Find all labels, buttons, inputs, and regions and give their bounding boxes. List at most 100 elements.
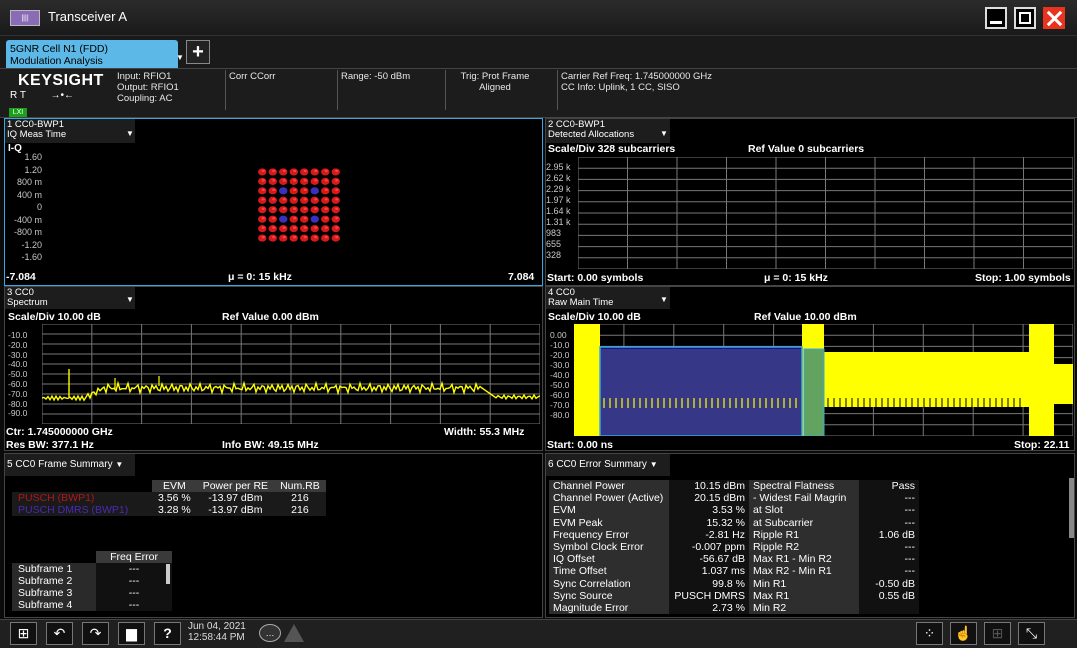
constellation-point-core (293, 235, 297, 239)
table-row[interactable]: Sync Source PUSCH DMRS Max R1 0.55 dB (549, 589, 919, 602)
y-tick: 2.95 k (546, 162, 571, 172)
constellation-point (321, 196, 330, 204)
table-row[interactable]: Channel Power (Active) 20.15 dBm - Widest… (549, 492, 919, 505)
undo-button[interactable]: ↶ (46, 622, 73, 645)
constellation-point (289, 234, 298, 242)
constellation-point (279, 206, 288, 214)
table-row[interactable]: Magnitude Error 2.73 % Min R2 (549, 601, 919, 615)
panel-6-title[interactable]: 6 CC0 Error Summary ▼ (546, 454, 670, 476)
rb-cell: 216 (274, 504, 326, 516)
constellation-point-core (303, 235, 307, 239)
chevron-down-icon[interactable]: ▼ (650, 460, 658, 469)
constellation-point (310, 234, 319, 242)
add-screen-button[interactable]: + (186, 40, 210, 64)
table-row[interactable]: Subframe 3 --- (12, 587, 172, 599)
constellation-point (321, 206, 330, 214)
brand-logo: KEYSIGHT (18, 72, 104, 89)
metric-value: -0.007 ppm (669, 540, 749, 554)
minimize-button[interactable] (985, 7, 1007, 29)
help-button[interactable]: ? (154, 622, 181, 645)
constellation-point (268, 206, 277, 214)
keypad-icon[interactable]: ⁘ (916, 622, 943, 645)
table-row[interactable]: Frequency Error -2.81 Hz Ripple R1 1.06 dB (549, 528, 919, 541)
constellation-point (258, 215, 267, 223)
channel-name: PUSCH (BWP1) (12, 492, 152, 504)
table-row[interactable]: Channel Power 10.15 dBm Spectral Flatness P… (549, 480, 919, 493)
frame-summary-table: EVM Power per RE Num.RB PUSCH (BWP1) 3.5… (12, 480, 326, 516)
constellation-point-core (272, 235, 276, 239)
constellation-point (279, 177, 288, 185)
constellation-point-core (272, 226, 276, 229)
constellation-point-core (293, 226, 297, 229)
table-row[interactable]: Symbol Clock Error -0.007 ppm Ripple R2 --- (549, 540, 919, 554)
y-tick: 2.29 k (546, 184, 571, 194)
mode-tab[interactable]: 5GNR Cell N1 (FDD) Modulation Analysis (6, 40, 178, 68)
lxi-badge: LXI (9, 108, 27, 117)
constellation-point-core (272, 169, 276, 173)
close-button[interactable] (1043, 7, 1065, 29)
table-row[interactable]: PUSCH (BWP1) 3.56 % -13.97 dBm 216 (12, 492, 326, 504)
metric-label: - Widest Fail Magrin (749, 492, 859, 505)
scrollbar-thumb[interactable] (166, 564, 170, 584)
file-button[interactable]: ▆ (118, 622, 145, 645)
constellation-point-core (261, 235, 265, 239)
constellation-point (289, 177, 298, 185)
panel-5-title[interactable]: 5 CC0 Frame Summary ▼ (5, 454, 135, 476)
metric-value: PUSCH DMRS (669, 589, 749, 602)
date-time: Jun 04, 2021 12:58:44 PM (188, 621, 246, 643)
chevron-down-icon[interactable]: ▼ (126, 129, 134, 138)
panel-4-title[interactable]: 4 CC0 Raw Main Time (546, 287, 670, 309)
table-row[interactable]: PUSCH DMRS (BWP1) 3.28 % -13.97 dBm 216 (12, 504, 326, 516)
constellation-point-core (335, 216, 339, 220)
message-icon[interactable]: … (259, 624, 281, 642)
constellation-point (310, 206, 319, 214)
scrollbar-thumb[interactable] (1069, 478, 1074, 538)
y-tick: -80.0 (8, 398, 28, 409)
table-row[interactable]: EVM Peak 15.32 % at Subcarrier --- (549, 516, 919, 529)
metric-value: 3.53 % (669, 504, 749, 517)
trigger-settings[interactable]: Trig: Prot Frame Aligned (449, 71, 541, 93)
table-row[interactable]: Subframe 1 --- (12, 563, 172, 575)
panel-1-title[interactable]: 1 CC0-BWP1 IQ Meas Time (5, 119, 135, 143)
input-settings[interactable]: Input: RFIO1 Output: RFIO1 Coupling: AC (117, 71, 179, 104)
constellation-point-core (314, 226, 318, 229)
chevron-down-icon[interactable]: ▼ (115, 460, 123, 469)
mode-dropdown-icon[interactable]: ▼ (176, 53, 184, 62)
burst-block (574, 324, 600, 436)
metric-value: 1.037 ms (669, 565, 749, 578)
carrier-settings[interactable]: Carrier Ref Freq: 1.745000000 GHz CC Inf… (561, 71, 712, 93)
constellation-point-core (261, 207, 265, 210)
fullscreen-icon[interactable]: ⤡ (1018, 622, 1045, 645)
panel-3-title[interactable]: 3 CC0 Spectrum (5, 287, 135, 309)
windows-start-button[interactable]: ⊞ (10, 622, 37, 645)
constellation-point (268, 168, 277, 176)
table-row[interactable]: EVM 3.53 % at Slot --- (549, 504, 919, 517)
chevron-down-icon[interactable]: ▼ (660, 129, 668, 138)
warning-icon[interactable] (284, 624, 304, 642)
constellation-point (258, 187, 267, 195)
touch-icon[interactable]: ☝ (950, 622, 977, 645)
y-tick: 1.60 (24, 152, 42, 162)
table-row[interactable]: Sync Correlation 99.8 % Min R1 -0.50 dB (549, 577, 919, 590)
constellation-point-core (314, 235, 318, 239)
constellation-point-core (303, 179, 307, 182)
header-cell: Power per RE (196, 480, 275, 492)
table-row[interactable]: Subframe 4 --- (12, 599, 172, 611)
chevron-down-icon[interactable]: ▼ (126, 295, 134, 304)
range-label[interactable]: Range: -50 dBm (341, 71, 410, 82)
maximize-button[interactable] (1014, 7, 1036, 29)
table-row[interactable]: Subframe 2 --- (12, 575, 172, 587)
iq-x-mid: μ = 0: 15 kHz (228, 271, 292, 283)
table-row[interactable]: Time Offset 1.037 ms Max R2 - Min R1 --- (549, 565, 919, 578)
constellation-point (331, 206, 340, 214)
panel-2-title[interactable]: 2 CC0-BWP1 Detected Allocations (546, 119, 670, 143)
metric-value: 15.32 % (669, 516, 749, 529)
corr-label[interactable]: Corr CCorr (229, 71, 275, 82)
chevron-down-icon[interactable]: ▼ (660, 295, 668, 304)
table-row[interactable]: IQ Offset -56.67 dB Max R1 - Min R2 --- (549, 553, 919, 566)
rb-cell: 216 (274, 492, 326, 504)
constellation-point (310, 187, 319, 195)
metric-label: Symbol Clock Error (549, 540, 669, 554)
layout-icon[interactable]: ⊞ (984, 622, 1011, 645)
redo-button[interactable]: ↷ (82, 622, 109, 645)
